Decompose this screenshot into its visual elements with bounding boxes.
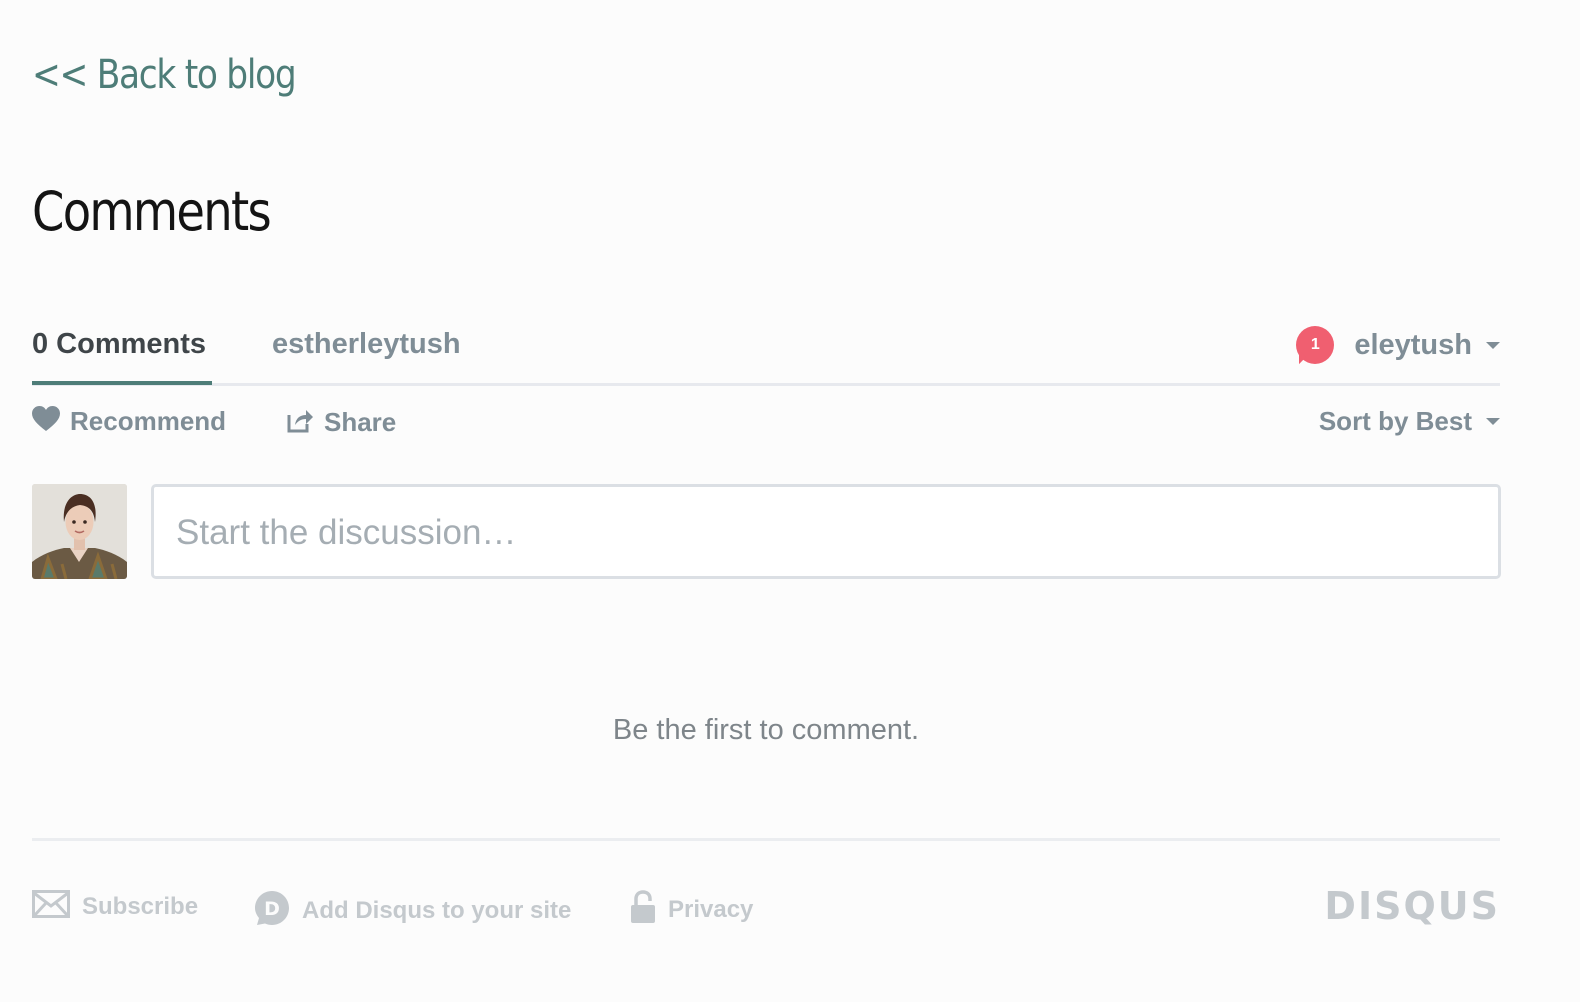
thread-nav: 0 Comments estherleytush 1 eleytush (32, 318, 1500, 388)
sort-label: Sort by Best (1318, 406, 1472, 436)
notification-count: 1 (1310, 336, 1320, 353)
footer: Subscribe D Add Disqus to your site Priv… (32, 884, 1500, 934)
add-disqus-label: Add Disqus to your site (302, 896, 572, 924)
lock-icon (630, 890, 656, 929)
heart-icon (32, 406, 60, 437)
add-disqus-link[interactable]: D Add Disqus to your site (254, 890, 571, 931)
subscribe-label: Subscribe (82, 892, 199, 920)
subscribe-link[interactable]: Subscribe (32, 890, 198, 923)
recommend-label: Recommend (70, 406, 227, 436)
user-name: eleytush (1354, 328, 1472, 361)
share-icon (286, 406, 314, 439)
tab-community[interactable]: estherleytush (272, 328, 461, 361)
share-button[interactable]: Share (286, 406, 396, 439)
actions-bar: Recommend Share Sort by Best (32, 404, 1500, 448)
sort-dropdown[interactable]: Sort by Best (1319, 406, 1500, 437)
envelope-icon (32, 890, 70, 923)
recommend-button[interactable]: Recommend (32, 406, 226, 437)
avatar[interactable] (32, 484, 127, 579)
disqus-d-icon: D (254, 890, 290, 931)
footer-divider (32, 838, 1500, 841)
back-to-blog-link[interactable]: << Back to blog (32, 52, 297, 98)
comment-composer[interactable] (151, 484, 1501, 579)
page-title: Comments (32, 180, 272, 243)
caret-down-icon (1486, 341, 1500, 349)
privacy-link[interactable]: Privacy (630, 890, 753, 929)
empty-state-message: Be the first to comment. (612, 714, 920, 746)
disqus-logo[interactable]: DISQUS (1324, 884, 1500, 928)
caret-down-icon (1486, 418, 1500, 425)
comment-input[interactable] (174, 487, 1478, 578)
user-menu[interactable]: 1 eleytush (1296, 326, 1500, 364)
active-tab-indicator (32, 381, 212, 385)
svg-text:D: D (264, 898, 280, 920)
nav-divider (32, 383, 1500, 386)
privacy-label: Privacy (668, 895, 754, 923)
notification-badge[interactable]: 1 (1296, 326, 1335, 364)
tab-comment-count[interactable]: 0 Comments (32, 328, 206, 361)
share-label: Share (324, 407, 397, 437)
